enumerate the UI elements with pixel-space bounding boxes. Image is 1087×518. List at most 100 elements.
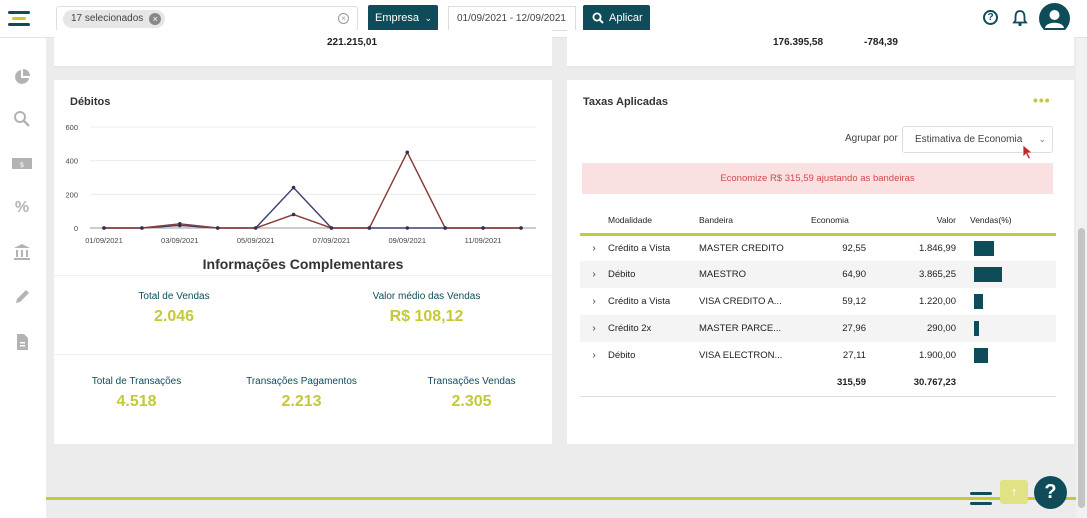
data-point <box>519 226 523 230</box>
search-icon[interactable] <box>13 110 31 128</box>
clear-icon[interactable]: × <box>338 13 349 24</box>
cell-economia: 59,12 <box>842 296 866 307</box>
cell-vendas <box>956 234 1056 261</box>
table-row[interactable]: › Crédito a Vista MASTER CREDITO 92,55 1.846… <box>580 234 1056 261</box>
stat-label: Total de Vendas <box>138 291 210 302</box>
document-icon[interactable] <box>13 333 31 351</box>
total-economia: 315,59 <box>811 369 866 397</box>
taxas-card: Taxas Aplicadas ••• Agrupar por Estimati… <box>567 80 1074 444</box>
footer-logo-icon <box>970 492 992 506</box>
stat-transacoes-pagamentos: Transações Pagamentos 2.213 <box>234 376 369 411</box>
x-tick-label: 09/09/2021 <box>388 236 426 245</box>
table-row[interactable]: › Crédito a Vista VISA CREDITO A... 59,12 1.… <box>580 288 1056 315</box>
cell-economia: 64,90 <box>811 261 866 288</box>
cell-economia: 92,55 <box>842 242 866 254</box>
cell-bandeira: MAESTRO <box>699 261 811 288</box>
selected-chip-label: 17 selecionados <box>71 13 144 24</box>
vendas-bar <box>974 240 994 256</box>
bell-icon[interactable] <box>1012 9 1028 27</box>
expand-chevron-icon[interactable]: › <box>580 315 608 342</box>
cell-valor: 290,00 <box>866 315 956 342</box>
header-economia[interactable]: Economia <box>811 208 866 236</box>
filter-select[interactable]: 17 selecionados × × <box>56 6 358 31</box>
divider <box>567 66 1074 68</box>
agrupar-value: Estimativa de Economia <box>915 134 1023 145</box>
expand-chevron-icon[interactable]: › <box>580 288 608 315</box>
footer-line <box>46 497 1076 500</box>
apply-label: Aplicar <box>609 12 643 24</box>
stat-label: Total de Transações <box>91 376 182 387</box>
header-valor[interactable]: Valor <box>866 208 956 236</box>
cell-valor: 3.865,25 <box>866 261 956 288</box>
data-point <box>253 226 258 230</box>
money-icon[interactable]: $ <box>11 154 33 172</box>
help-icon[interactable]: ? <box>983 10 998 25</box>
cell-modalidade: Débito <box>608 261 699 288</box>
scrollbar-thumb[interactable] <box>1078 228 1085 508</box>
data-point <box>405 226 410 230</box>
divider <box>54 66 552 68</box>
expand-chevron-icon[interactable]: › <box>580 342 608 369</box>
svg-text:$: $ <box>20 161 24 169</box>
x-tick-label: 05/09/2021 <box>237 236 275 245</box>
chip-remove-icon[interactable]: × <box>149 13 162 25</box>
table-row[interactable]: › Débito VISA ELECTRON... 27,11 1.900,00 <box>580 342 1056 369</box>
stat-total-vendas: Total de Vendas 2.046 <box>99 291 249 326</box>
y-tick-label: 0 <box>74 224 78 233</box>
summary-card-right: 176.395,58 -784,39 <box>567 30 1074 68</box>
stat-transacoes-vendas: Transações Vendas 2.305 <box>404 376 539 411</box>
taxas-table: Modalidade Bandeira Economia Valor Venda… <box>580 208 1056 397</box>
cell-modalidade: Crédito a Vista <box>608 296 671 307</box>
stat-value: 2.213 <box>281 393 322 410</box>
header-modalidade[interactable]: Modalidade <box>608 208 699 236</box>
stat-value: 2.046 <box>153 308 195 325</box>
apply-button[interactable]: Aplicar <box>583 5 650 31</box>
table-row[interactable]: › Crédito 2x MASTER PARCE... 27,96 290,00 <box>580 315 1056 342</box>
cell-vendas <box>956 261 1056 288</box>
total-valor: 30.767,23 <box>866 369 956 397</box>
cell-valor: 1.900,00 <box>919 350 956 361</box>
table-row[interactable]: › Débito MAESTRO 64,90 3.865,25 <box>580 261 1056 288</box>
summary-card-left: 221.215,01 <box>54 30 552 68</box>
header-vendas[interactable]: Vendas(%) <box>956 208 1056 236</box>
x-tick-label: 11/09/2021 <box>465 236 502 245</box>
more-options-icon[interactable]: ••• <box>1033 92 1051 108</box>
percent-icon[interactable]: % <box>13 199 31 217</box>
pie-chart-icon[interactable] <box>13 68 31 86</box>
total-empty <box>699 369 811 397</box>
series-line <box>104 150 521 229</box>
cell-modalidade: Crédito 2x <box>608 315 699 342</box>
data-point <box>291 212 296 217</box>
cell-vendas <box>956 315 1056 342</box>
sidebar: $ % <box>0 38 46 518</box>
menu-logo-icon[interactable] <box>8 11 30 27</box>
x-tick-label: 01/09/2021 <box>85 236 123 245</box>
data-point <box>215 226 220 230</box>
vendas-bar <box>974 348 988 363</box>
y-tick-label: 200 <box>65 190 78 199</box>
selected-chip[interactable]: 17 selecionados × <box>63 10 166 28</box>
empresa-dropdown[interactable]: Empresa ⌄ <box>368 5 438 31</box>
divider <box>54 275 552 276</box>
pencil-icon[interactable] <box>13 288 31 306</box>
cell-economia: 27,96 <box>811 315 866 342</box>
summary-value: 221.215,01 <box>327 37 378 48</box>
data-point <box>102 226 106 230</box>
cell-valor: 1.846,99 <box>919 242 956 254</box>
bank-icon[interactable] <box>13 243 31 261</box>
vendas-bar <box>974 321 979 336</box>
help-chat-button[interactable]: ? <box>1034 476 1067 509</box>
header-bandeira[interactable]: Bandeira <box>699 208 811 236</box>
scrollbar[interactable] <box>1076 38 1087 518</box>
expand-chevron-icon[interactable]: › <box>580 234 608 261</box>
expand-chevron-icon[interactable]: › <box>580 261 608 288</box>
y-tick-label: 400 <box>65 157 78 166</box>
cell-bandeira: MASTER CREDITO <box>699 242 784 254</box>
cell-vendas <box>956 288 1056 315</box>
date-range-input[interactable]: 01/09/2021 - 12/09/2021 <box>448 6 576 31</box>
scroll-top-button[interactable]: ↑ <box>1000 480 1028 504</box>
total-empty <box>580 369 608 397</box>
vendas-bar <box>974 267 1002 282</box>
header-expand <box>580 208 608 236</box>
cell-valor: 1.220,00 <box>919 296 956 307</box>
